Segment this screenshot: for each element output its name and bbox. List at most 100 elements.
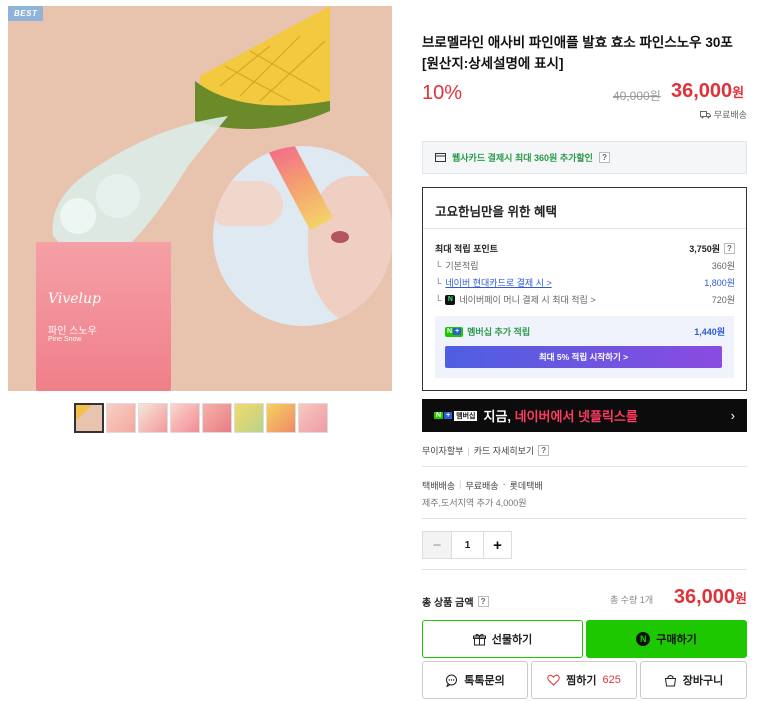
divider <box>423 228 746 229</box>
original-price: 40,000원 <box>613 89 661 103</box>
thumbnail[interactable] <box>138 403 168 433</box>
buy-button[interactable]: N 구매하기 <box>586 620 747 658</box>
banner-text-highlight: 네이버에서 넷플릭스를 <box>514 409 638 424</box>
max-points-row: 최대 적립 포인트 3,750원? <box>435 242 735 255</box>
thumbnail[interactable] <box>106 403 136 433</box>
shipping-type: 택배배송 <box>422 481 456 491</box>
npay-money-link[interactable]: 네이버페이 머니 결제 시 최대 적립 > <box>459 293 595 306</box>
npay-icon: N <box>445 294 456 305</box>
membership-box: N + 멤버십 추가 적립 1,440원 최대 5% 적립 시작하기 > <box>435 316 734 378</box>
wishlist-count: 625 <box>602 674 621 686</box>
total-price: 36,000원 <box>674 586 747 609</box>
thumbnail[interactable] <box>170 403 200 433</box>
separator: | <box>459 479 462 489</box>
wishlist-button-label: 찜하기 <box>566 675 597 687</box>
total-quantity: 총 수량 1개 <box>610 595 654 605</box>
points-row-value: 720원 <box>711 295 735 305</box>
membership-value: 1,440원 <box>694 327 725 337</box>
max-points-value: 3,750원 <box>689 244 720 254</box>
card-detail-link[interactable]: 카드 자세히보기 <box>474 444 534 457</box>
talktalk-inquiry-button[interactable]: 톡톡문의 <box>422 661 528 699</box>
box-product-subname: Pine Snow <box>48 336 82 343</box>
shipping-extra: 제주,도서지역 추가 4,000원 <box>422 498 527 508</box>
points-row-value: 360원 <box>711 261 735 271</box>
benefit-title: 고요한님만을 위한 혜택 <box>435 205 557 219</box>
points-row[interactable]: └ N 네이버페이 머니 결제 시 최대 적립 > 720원 <box>435 293 735 306</box>
sale-price: 36,000원 <box>671 80 744 103</box>
cart-button-label: 장바구니 <box>682 675 724 687</box>
shipping-carrier: 롯데택배 <box>509 481 543 491</box>
installment-label: 무이자할부 <box>422 446 464 456</box>
naver-pay-icon: N <box>636 632 651 646</box>
divider <box>422 569 747 570</box>
gift-button[interactable]: 선물하기 <box>422 620 583 658</box>
box-product-name: 파인 스노우 <box>48 326 97 337</box>
installment-row: 무이자할부 | 카드 자세히보기 ? <box>422 444 550 457</box>
logo-plus: + <box>444 412 453 419</box>
chat-bubble-icon <box>446 674 458 687</box>
logo-n: N <box>434 412 444 419</box>
thumbnail[interactable] <box>298 403 328 433</box>
shipping-info: 택배배송 | 무료배송 · 롯데택배 <box>422 479 543 492</box>
thumbnail[interactable] <box>74 403 104 433</box>
membership-start-button[interactable]: 최대 5% 적립 시작하기 > <box>445 346 722 368</box>
gift-icon <box>472 633 486 645</box>
quantity-increase-button[interactable]: + <box>483 532 511 558</box>
quantity-decrease-button[interactable]: − <box>423 532 451 558</box>
points-row-value: 1,800원 <box>704 278 735 288</box>
chevron-right-icon: › <box>730 408 735 423</box>
naver-plus-membership-logo: N + 멤버십 <box>434 410 478 422</box>
points-row: └ 기본적립 360원 <box>435 260 735 272</box>
model-mouth <box>331 231 349 243</box>
naver-netflix-banner[interactable]: N + 멤버십 지금, 네이버에서 넷플릭스를 › <box>422 399 747 432</box>
benefit-box: 고요한님만을 위한 혜택 최대 적립 포인트 3,750원? └ 기본적립 36… <box>422 187 747 391</box>
main-product-image[interactable]: Vivelup 파인 스노우 Pine Snow BEST <box>8 6 392 391</box>
banner-text-plain: 지금, <box>483 409 515 424</box>
quantity-stepper: − 1 + <box>422 531 512 559</box>
separator: | <box>467 445 470 456</box>
thumbnail[interactable] <box>266 403 296 433</box>
shipping-fee: 무료배송 <box>465 481 499 491</box>
wishlist-button[interactable]: 찜하기 625 <box>531 661 637 699</box>
thumbnail[interactable] <box>202 403 232 433</box>
help-icon[interactable]: ? <box>598 152 610 163</box>
free-shipping-text: 무료배송 <box>713 110 747 120</box>
quantity-input[interactable]: 1 <box>451 532 483 558</box>
divider <box>422 518 747 519</box>
best-badge: BEST <box>8 6 44 21</box>
card-promo-bar[interactable]: 웹사카드 결제시 최대 360원 추가할인 ? <box>422 141 747 174</box>
model-circle-photo <box>213 146 392 326</box>
sale-price-value: 36,000 <box>671 80 733 102</box>
card-icon <box>435 153 446 162</box>
truck-icon <box>699 111 711 119</box>
box-brand-label: Vivelup <box>48 291 101 307</box>
shopping-bag-icon <box>664 674 676 686</box>
dot-separator: · <box>502 479 506 489</box>
card-promo-text: 웹사카드 결제시 최대 360원 추가할인 <box>452 153 593 163</box>
naver-hyundai-card-link[interactable]: 네이버 현대카드로 결제 시 > <box>445 276 551 289</box>
product-box <box>36 242 171 391</box>
membership-row: N + 멤버십 추가 적립 1,440원 <box>445 325 725 338</box>
help-icon[interactable]: ? <box>724 243 735 254</box>
buy-button-label: 구매하기 <box>656 634 697 646</box>
talktalk-button-label: 톡톡문의 <box>464 675 505 687</box>
cart-button[interactable]: 장바구니 <box>640 661 747 699</box>
help-icon[interactable]: ? <box>477 596 489 607</box>
model-hand <box>213 181 283 226</box>
thumbnail[interactable] <box>234 403 264 433</box>
total-price-unit: 원 <box>735 591 747 606</box>
logo-membership: 멤버십 <box>454 410 478 421</box>
points-row[interactable]: └ 네이버 현대카드로 결제 시 > 1,800원 <box>435 276 735 289</box>
total-amount-label: 총 상품 금액 ? <box>422 594 489 609</box>
help-icon[interactable]: ? <box>538 445 550 456</box>
product-title: 브로멜라인 애사비 파인애플 발효 효소 파인스노우 30포 [원산지:상세설명… <box>422 35 733 71</box>
gift-button-label: 선물하기 <box>491 634 533 646</box>
product-gallery: Vivelup 파인 스노우 Pine Snow BEST <box>8 6 392 701</box>
discount-rate: 10% <box>422 82 463 104</box>
points-row-label: 기본적립 <box>445 261 479 271</box>
membership-label: 멤버십 추가 적립 <box>467 327 531 337</box>
heart-icon <box>547 674 560 686</box>
sale-price-unit: 원 <box>732 85 745 100</box>
banner-text: 지금, 네이버에서 넷플릭스를 <box>483 406 637 425</box>
free-shipping-label: 무료배송 <box>699 108 747 121</box>
